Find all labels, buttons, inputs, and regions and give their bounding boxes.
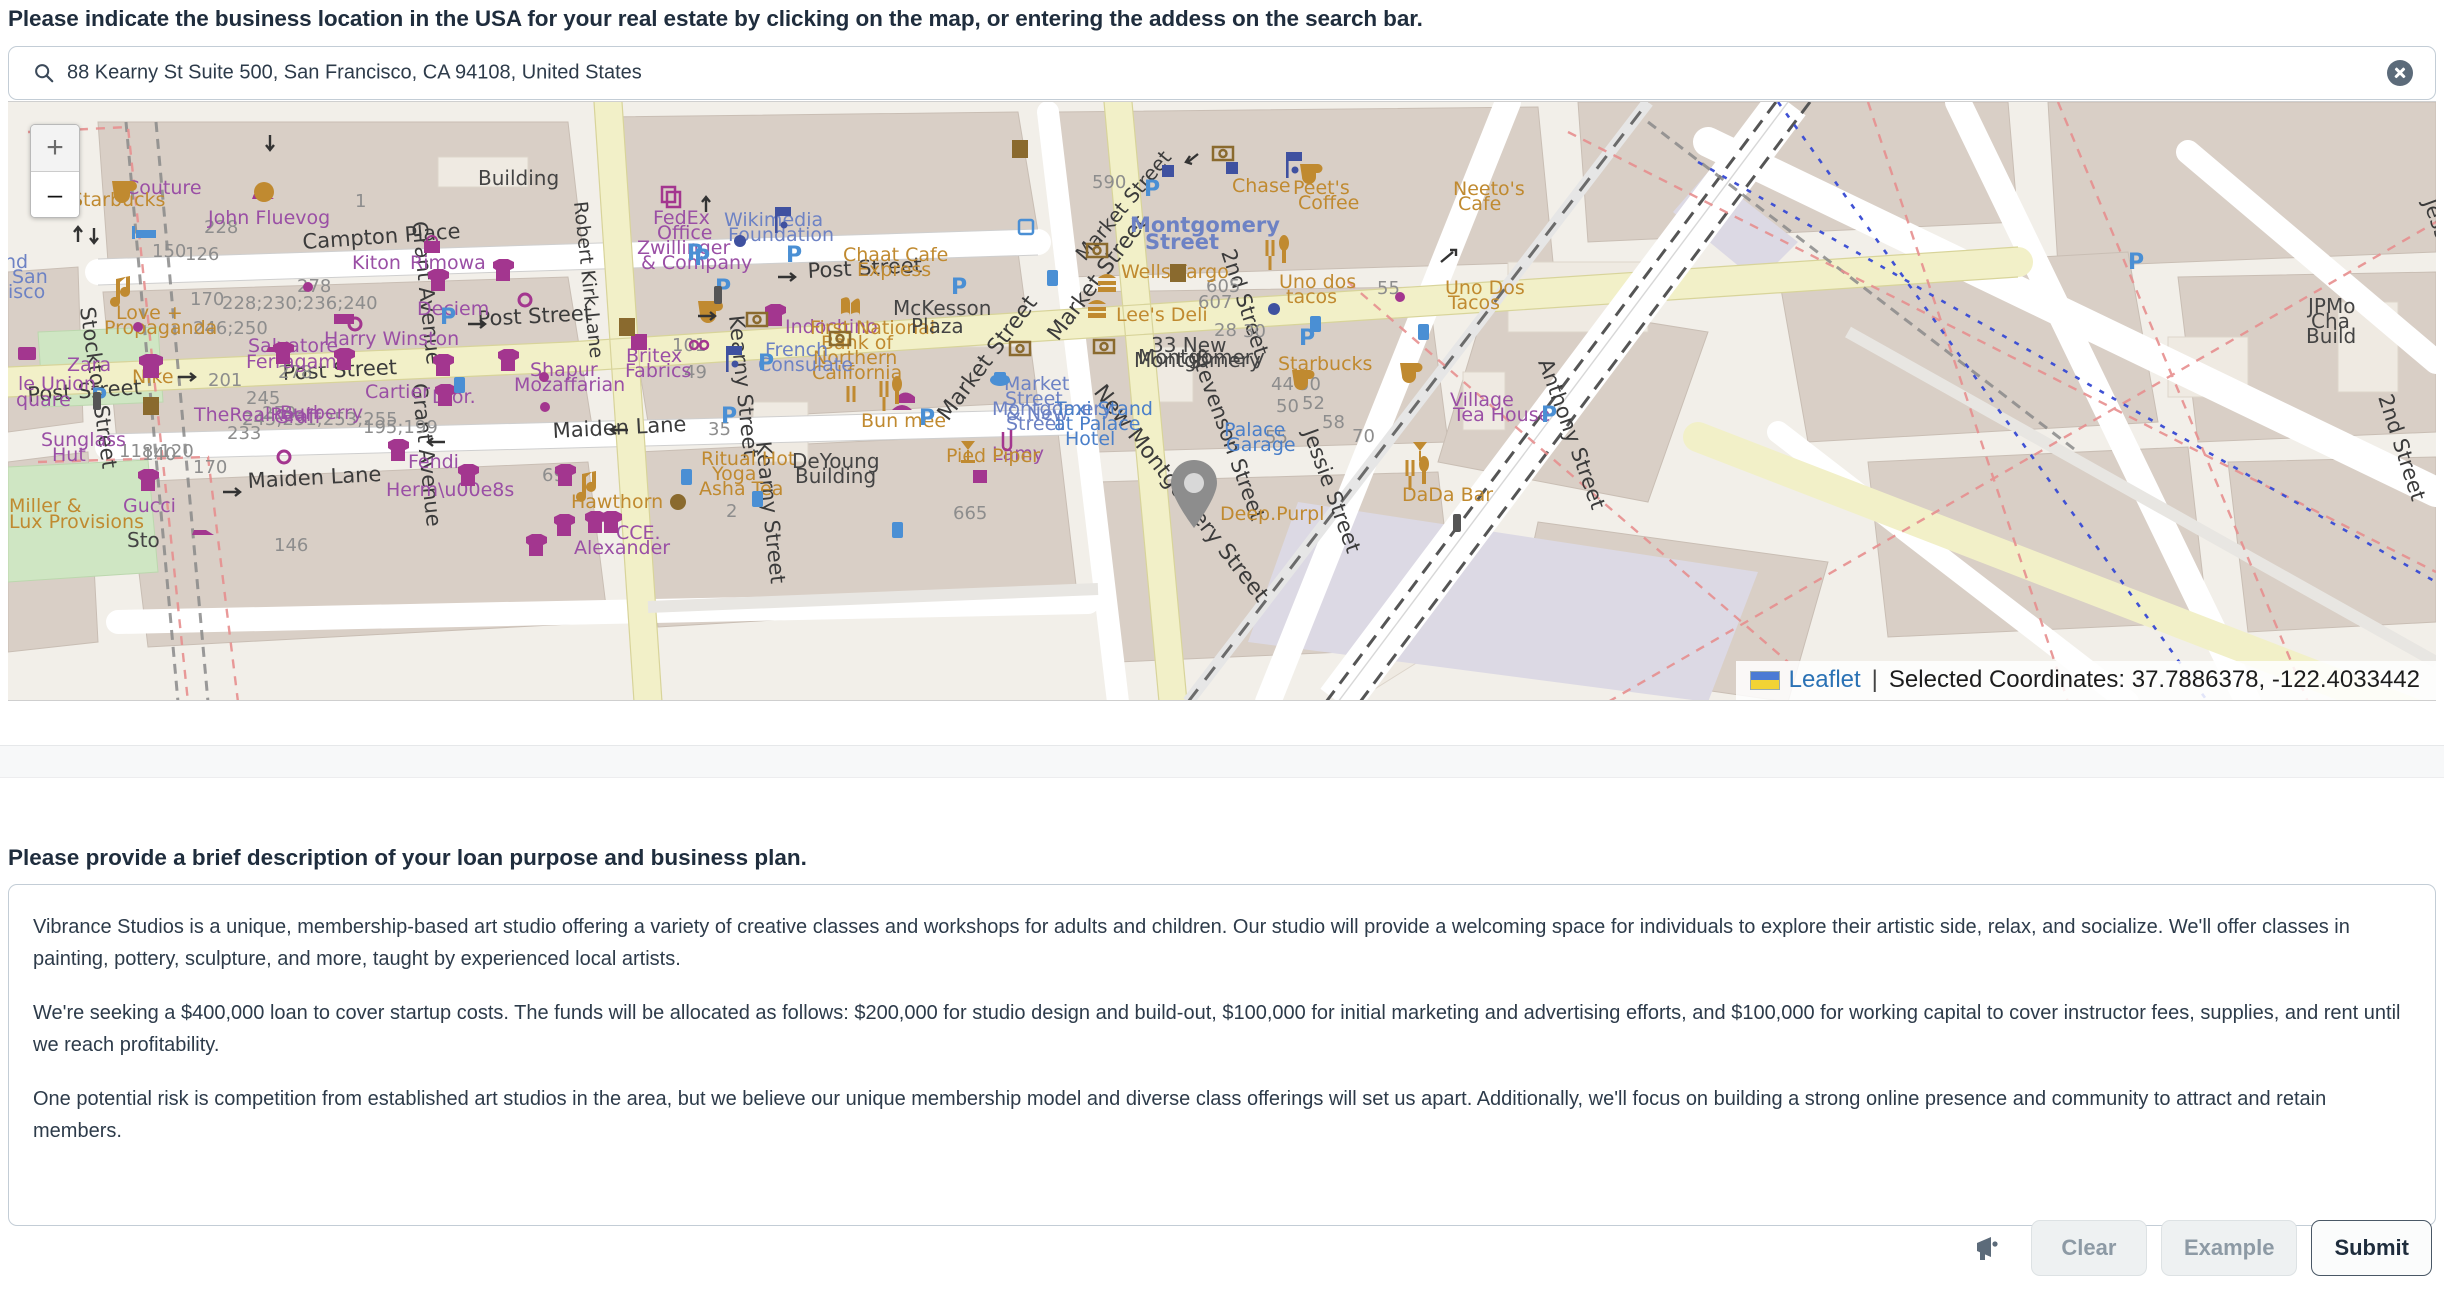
svg-text:Harry Winston: Harry Winston (324, 328, 459, 350)
svg-text:P: P (2128, 250, 2144, 275)
svg-text:228;230;236;240: 228;230;236;240 (222, 293, 378, 314)
svg-text:Street: Street (1145, 230, 1219, 254)
svg-text:P: P (694, 246, 710, 271)
example-button[interactable]: Example (2160, 1220, 2298, 1276)
svg-text:118;120: 118;120 (119, 441, 194, 462)
search-input[interactable]: 88 Kearny St Suite 500, San Francisco, C… (67, 62, 642, 85)
submit-button[interactable]: Submit (2311, 1220, 2432, 1276)
svg-text:Asha Tea: Asha Tea (699, 478, 783, 500)
section-separator (0, 745, 2444, 778)
svg-text:70: 70 (1352, 426, 1375, 447)
map-tiles: Campton Place Post Street Post Street Po… (8, 102, 2436, 700)
clear-search-icon[interactable] (2387, 60, 2413, 86)
svg-text:665: 665 (953, 503, 987, 524)
search-icon (35, 64, 54, 83)
svg-text:170: 170 (190, 289, 224, 310)
svg-text:Deep.Purpl: Deep.Purpl (1220, 503, 1324, 525)
description-paragraph: We're seeking a $400,000 loan to cover s… (33, 1001, 2401, 1057)
svg-text:1: 1 (355, 191, 366, 212)
svg-text:P: P (951, 275, 967, 300)
svg-text:44: 44 (1271, 374, 1294, 395)
attribution-separator: | (1871, 666, 1878, 693)
svg-text:P: P (721, 404, 737, 429)
svg-text:150: 150 (152, 241, 186, 262)
svg-text:Express: Express (857, 259, 931, 281)
svg-text:Tacos: Tacos (1447, 292, 1500, 314)
address-search-bar[interactable]: 88 Kearny St Suite 500, San Francisco, C… (8, 46, 2436, 100)
svg-text:P: P (440, 305, 456, 330)
map-marker-pin[interactable] (1168, 458, 1220, 530)
svg-text:Lee's Deli: Lee's Deli (1116, 304, 1208, 326)
svg-text:Kiton: Kiton (352, 252, 401, 274)
svg-text:2: 2 (726, 501, 737, 522)
svg-text:quare: quare (16, 389, 71, 411)
svg-text:Chase: Chase (1232, 175, 1291, 197)
svg-text:126: 126 (185, 244, 219, 265)
svg-text:30: 30 (1243, 321, 1266, 342)
leaflet-map[interactable]: Campton Place Post Street Post Street Po… (8, 101, 2436, 701)
svg-text:52: 52 (1302, 393, 1325, 414)
zoom-in-button[interactable]: + (31, 125, 79, 171)
zoom-out-button[interactable]: – (31, 171, 79, 217)
map-attribution: Leaflet | Selected Coordinates: 37.78863… (1735, 661, 2436, 700)
svg-text:tacos: tacos (1286, 286, 1337, 308)
megaphone-icon[interactable] (1973, 1233, 2007, 1263)
svg-text:DaDa Bar: DaDa Bar (1402, 484, 1493, 506)
svg-text:201: 201 (208, 370, 242, 391)
svg-text:Hotel: Hotel (1065, 428, 1115, 450)
svg-text:Sto: Sto (127, 528, 160, 552)
svg-text:58: 58 (1322, 412, 1345, 433)
clear-button[interactable]: Clear (2030, 1220, 2147, 1276)
svg-text:Fendi: Fendi (408, 451, 459, 473)
svg-text:Build: Build (2306, 324, 2356, 348)
svg-text:170: 170 (193, 457, 227, 478)
svg-text:Herm\u00e8s: Herm\u00e8s (386, 479, 514, 501)
svg-text:Propaganda: Propaganda (104, 317, 217, 339)
svg-text:Hut: Hut (52, 444, 86, 466)
svg-text:Burberry: Burberry (280, 402, 363, 424)
svg-text:P: P (786, 243, 802, 268)
svg-text:Lux Provisions: Lux Provisions (9, 511, 144, 533)
form-actions: Clear Example Submit (1973, 1220, 2432, 1276)
svg-text:195;199: 195;199 (363, 417, 438, 438)
svg-text:Alexander: Alexander (574, 537, 670, 559)
svg-text:P: P (919, 406, 935, 431)
description-prompt-label: Please provide a brief description of yo… (8, 845, 807, 870)
svg-text:Rimowa: Rimowa (410, 252, 486, 274)
ukraine-flag-icon (1749, 670, 1780, 690)
svg-text:50: 50 (1276, 396, 1299, 417)
svg-text:John Fluevog: John Fluevog (207, 207, 330, 229)
page-root: Please indicate the business location in… (0, 0, 2444, 1312)
svg-text:Tea House: Tea House (1452, 404, 1550, 426)
description-paragraph: Vibrance Studios is a unique, membership… (33, 916, 2350, 971)
svg-text:Montgomery: Montgomery (1138, 345, 1265, 369)
svg-text:Fabrics: Fabrics (625, 360, 691, 382)
svg-text:isco: isco (8, 281, 45, 303)
svg-text:Starbucks: Starbucks (1278, 353, 1372, 375)
svg-text:P: P (1144, 177, 1160, 202)
svg-text:Mozaffarian: Mozaffarian (514, 374, 625, 396)
svg-text:Coffee: Coffee (1298, 192, 1359, 214)
svg-text:Plaza: Plaza (911, 314, 964, 338)
svg-text:146: 146 (274, 535, 308, 556)
location-prompt-label: Please indicate the business location in… (8, 6, 1423, 31)
selected-coordinates: Selected Coordinates: 37.7886378, -122.4… (1888, 666, 2420, 693)
svg-text:Pied Piper: Pied Piper (946, 445, 1040, 467)
svg-text:Building: Building (795, 464, 876, 488)
description-paragraph: One potential risk is competition from e… (33, 1087, 2327, 1142)
leaflet-link[interactable]: Leaflet (1789, 666, 1861, 694)
business-plan-textarea[interactable]: Vibrance Studios is a unique, membership… (8, 884, 2436, 1226)
svg-text:P: P (1541, 403, 1557, 428)
svg-text:Cafe: Cafe (1458, 193, 1501, 215)
map-zoom-control[interactable]: + – (30, 124, 80, 218)
svg-text:P: P (758, 351, 774, 376)
svg-text:590: 590 (1092, 172, 1126, 193)
svg-text:Garage: Garage (1226, 434, 1296, 456)
svg-text:Cartier: Cartier (365, 381, 430, 403)
svg-text:Building: Building (478, 166, 559, 190)
